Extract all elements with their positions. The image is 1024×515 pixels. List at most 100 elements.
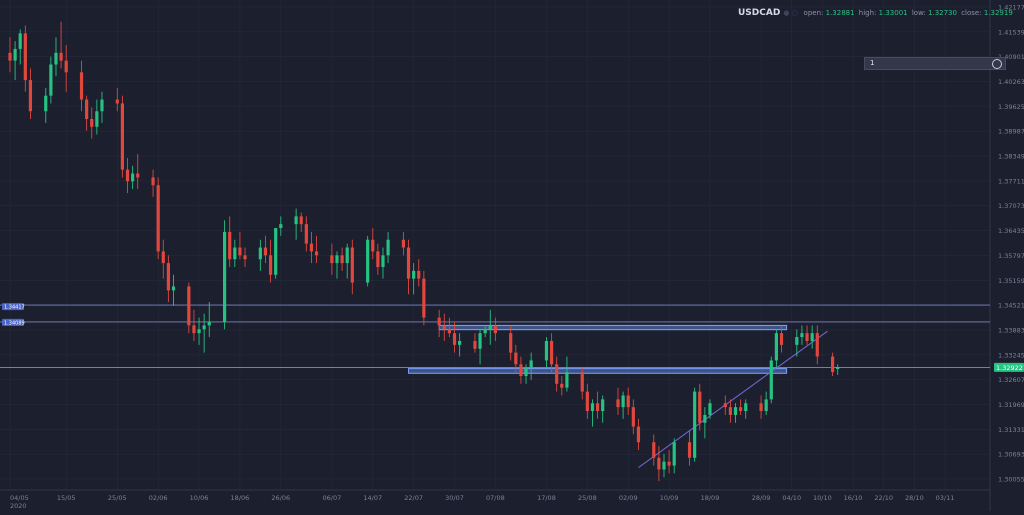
candle-body: [631, 407, 635, 427]
candle-body: [555, 364, 559, 384]
candle-body: [549, 340, 554, 365]
candle-body: [442, 325, 446, 330]
x-tick-label: 14/07: [363, 494, 382, 502]
candle-body: [667, 461, 671, 466]
last-price-tag-label: 1.32922: [996, 364, 1023, 372]
candle-body: [120, 103, 125, 170]
left-price-tag-label: 1.34417: [4, 305, 25, 311]
y-tick-label: 1.33883: [998, 326, 1024, 334]
candle-body: [54, 52, 58, 65]
open-value: 1.32881: [825, 9, 855, 17]
candle-body: [560, 383, 564, 388]
candle-body: [585, 391, 589, 412]
candle-body: [601, 399, 605, 412]
candle-body: [13, 48, 17, 61]
y-tick-label: 1.31331: [998, 426, 1024, 434]
candle-body: [657, 457, 661, 470]
candle-body: [703, 414, 707, 423]
candle-body: [95, 111, 99, 127]
timeframe-input[interactable]: 1: [864, 57, 1006, 70]
x-tick-label: 02/06: [149, 494, 168, 502]
candle-body: [473, 340, 477, 349]
candle-body: [514, 352, 518, 365]
candle-body: [621, 395, 625, 408]
x-tick-label: 07/08: [486, 494, 505, 502]
candle-body: [406, 247, 411, 279]
y-tick-label: 1.37073: [998, 202, 1024, 210]
candle-body: [166, 263, 170, 291]
candle-body: [197, 329, 201, 334]
x-tick-label: 26/06: [271, 494, 290, 502]
candle-body: [279, 224, 283, 229]
candle-body: [519, 364, 523, 377]
x-tick-label: 04/05: [10, 494, 29, 502]
candle-body: [59, 52, 63, 61]
y-tick-label: 1.30693: [998, 451, 1024, 459]
candle-body: [222, 231, 227, 322]
candle-body: [366, 239, 370, 283]
candle-body: [422, 278, 426, 318]
x-tick-label: 18/06: [231, 494, 250, 502]
candle-body: [836, 367, 840, 370]
candle-body: [100, 99, 104, 112]
candle-body: [18, 33, 22, 49]
candle-body: [458, 340, 462, 345]
candle-body: [304, 224, 308, 244]
x-tick-label: 18/09: [701, 494, 720, 502]
candle-body: [529, 360, 533, 369]
candle-body: [800, 333, 804, 338]
candle-body: [386, 239, 390, 256]
candle-body: [79, 72, 84, 100]
x-tick-label: 25/05: [108, 494, 127, 502]
candle-body: [493, 325, 497, 334]
y-tick-label: 1.35797: [998, 252, 1024, 260]
candle-body: [662, 461, 666, 470]
candle-body: [447, 329, 451, 334]
candle-body: [708, 403, 712, 415]
x-tick-label: 25/08: [578, 494, 597, 502]
candle-body: [49, 64, 53, 96]
x-tick-label: 03/11: [936, 494, 955, 502]
y-tick-label: 1.33245: [998, 351, 1024, 359]
candle-body: [243, 255, 247, 260]
candle-body: [187, 286, 191, 326]
candle-body: [774, 333, 778, 361]
candle-body: [335, 255, 339, 264]
candlestick-chart[interactable]: 1.421771.415391.409011.402631.396251.389…: [0, 0, 1024, 511]
candle-body: [350, 247, 354, 283]
candle-body: [340, 255, 344, 264]
y-tick-label: 1.41539: [998, 28, 1024, 36]
y-tick-label: 1.31969: [998, 401, 1024, 409]
x-tick-label: 04/10: [782, 494, 801, 502]
candle-body: [580, 372, 584, 392]
candle-body: [744, 403, 748, 412]
candle-body: [412, 270, 416, 279]
x-tick-label: 28/09: [752, 494, 771, 502]
y-tick-label: 1.38987: [998, 128, 1024, 136]
candle-body: [509, 333, 513, 353]
candle-body: [28, 80, 33, 112]
candle-body: [258, 247, 262, 260]
chart-area[interactable]: 1.42177 1.41539 1.40901 1.40263 1.39625 1.389…: [0, 0, 1024, 511]
candle-body: [202, 325, 206, 330]
candle-body: [314, 251, 319, 256]
candle-body: [728, 407, 733, 415]
close-value: 1.32919: [983, 9, 1013, 17]
candle-body: [228, 231, 232, 260]
candle-body: [672, 442, 676, 466]
x-tick-label: 02/09: [619, 494, 638, 502]
candle-body: [764, 399, 768, 412]
low-value: 1.32730: [928, 9, 957, 17]
candle-body: [779, 333, 784, 345]
candle-body: [437, 317, 441, 326]
candle-body: [294, 216, 298, 225]
symbol-label: USDCAD: [738, 8, 781, 18]
refresh-icon[interactable]: [992, 59, 1002, 69]
low-label: low:: [911, 9, 926, 17]
candle-body: [131, 173, 135, 182]
candle-body: [238, 247, 242, 256]
candle-body: [381, 255, 385, 267]
candle-body: [151, 177, 155, 186]
candle-body: [268, 255, 273, 275]
x-tick-label: 17/08: [537, 494, 556, 502]
